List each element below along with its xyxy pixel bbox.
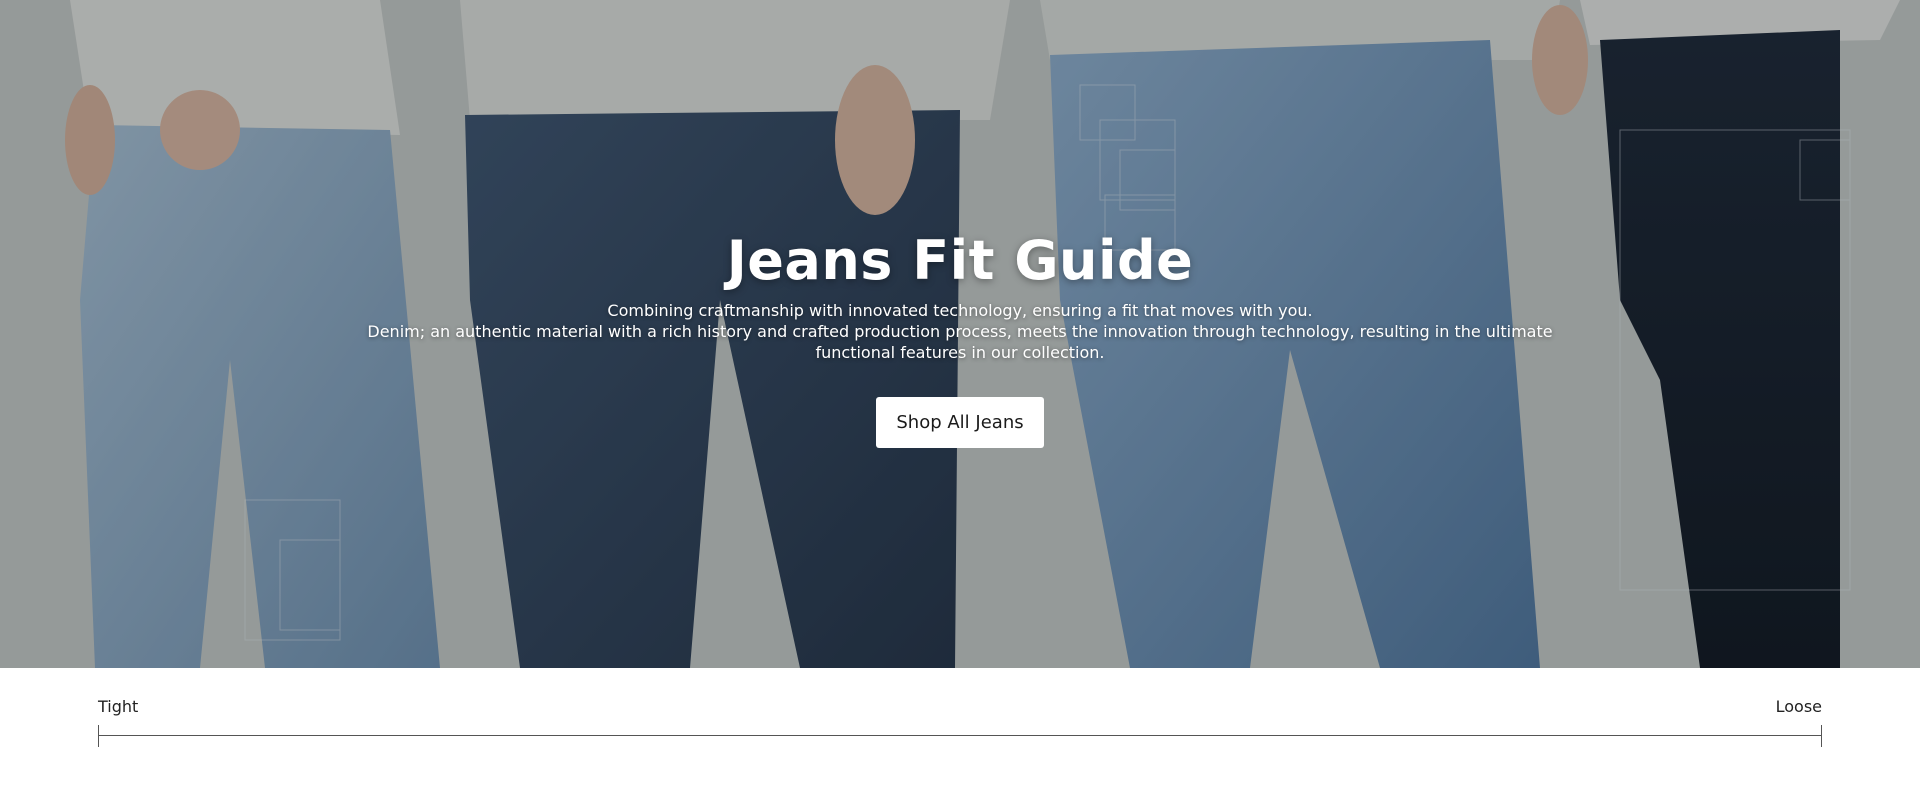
fit-scale-tick-right bbox=[1821, 725, 1822, 747]
hero-subtitle: Combining craftmanship with innovated te… bbox=[360, 300, 1560, 363]
hero-subtitle-line2: Denim; an authentic material with a rich… bbox=[367, 322, 1553, 362]
fit-scale-loose-label: Loose bbox=[1775, 697, 1822, 716]
fit-scale-line bbox=[98, 735, 1822, 736]
fit-scale-tick-left bbox=[98, 725, 99, 747]
hero-subtitle-line1: Combining craftmanship with innovated te… bbox=[607, 301, 1313, 320]
fit-scale: Tight Loose bbox=[0, 668, 1920, 800]
hero-banner: Jeans Fit Guide Combining craftmanship w… bbox=[0, 0, 1920, 668]
shop-all-jeans-button[interactable]: Shop All Jeans bbox=[876, 397, 1044, 448]
page-title: Jeans Fit Guide bbox=[726, 229, 1194, 292]
hero-content: Jeans Fit Guide Combining craftmanship w… bbox=[0, 0, 1920, 668]
fit-scale-tight-label: Tight bbox=[98, 697, 139, 716]
